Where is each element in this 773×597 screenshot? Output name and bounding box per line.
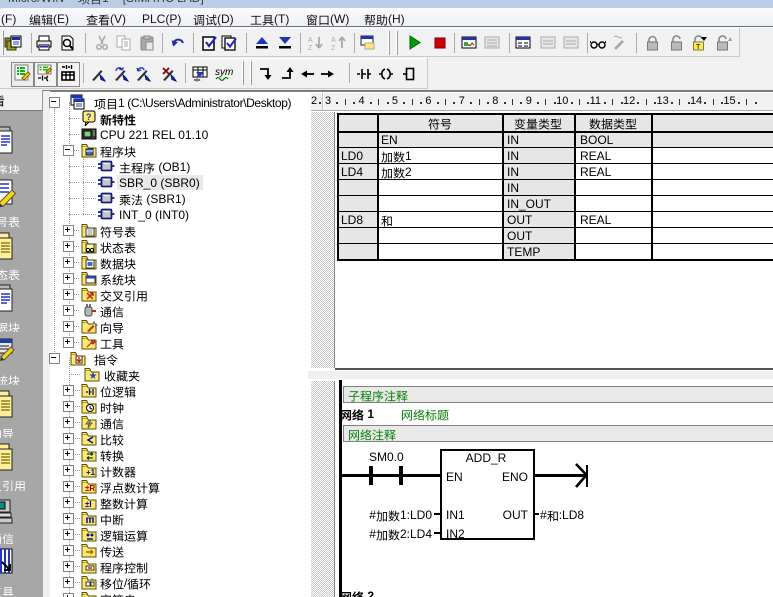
svg-text:T: T — [696, 44, 701, 51]
svg-text:?: ? — [86, 112, 92, 122]
svg-text:Z: Z — [308, 45, 313, 51]
svg-text:±I: ±I — [85, 500, 92, 509]
svg-text:sym: sym — [215, 67, 233, 78]
svg-text:Z: Z — [331, 45, 336, 51]
svg-text:A: A — [308, 37, 313, 44]
svg-text:A: A — [331, 37, 336, 44]
svg-text:+1: +1 — [86, 468, 96, 477]
svg-text:±R: ±R — [85, 484, 95, 493]
